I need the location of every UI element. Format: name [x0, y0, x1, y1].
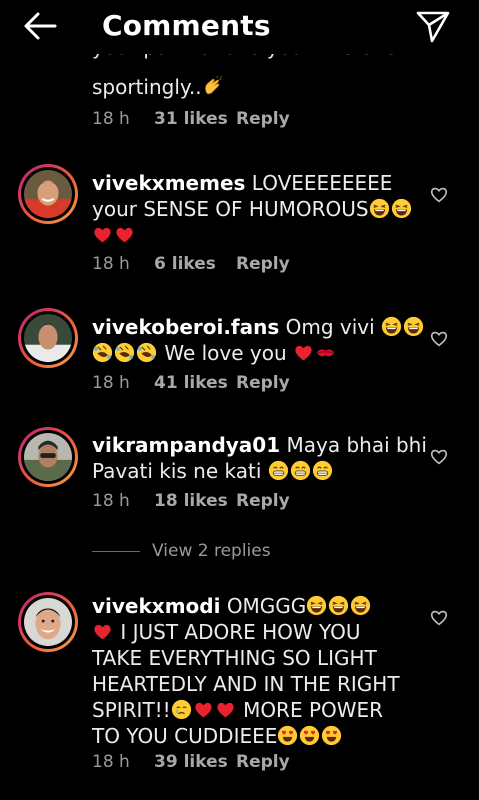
comment-1-meta: 18 h 41 likes Reply [92, 373, 290, 393]
share-button[interactable] [415, 10, 451, 44]
comment-text: Pavati kis ne kati [92, 459, 262, 483]
avatar[interactable] [18, 164, 78, 224]
header-bar: Comments [0, 0, 479, 54]
heart-outline-icon[interactable] [429, 608, 449, 626]
comment-text: sportingly.. [92, 75, 202, 99]
comment-0-meta: 18 h 6 likes Reply [92, 254, 290, 274]
comment-username[interactable]: vivekoberoi.fans [92, 315, 279, 339]
comment-username[interactable]: vivekxmemes [92, 171, 245, 195]
laughing-emoji [381, 316, 402, 337]
laughing-emoji [369, 198, 390, 219]
heart-outline-icon[interactable] [429, 447, 449, 465]
likes-count[interactable]: 18 likes [154, 491, 236, 511]
heart-eyes-emoji [321, 725, 342, 746]
comment-3-meta: 18 h 39 likes Reply [92, 752, 290, 772]
comment-text: TO YOU CUDDIEEE [92, 724, 278, 748]
comment-text: Omg vivi [285, 315, 375, 339]
likes-count[interactable]: 41 likes [154, 373, 236, 393]
laughing-emoji [350, 595, 371, 616]
comment-time: 18 h [92, 254, 130, 274]
rolling-laughing-emoji [136, 342, 157, 363]
grinning-emoji [312, 460, 333, 481]
laughing-emoji [328, 595, 349, 616]
reply-button[interactable]: Reply [236, 373, 290, 393]
avatar[interactable] [18, 592, 78, 652]
previous-comment-meta: 18 h 31 likes Reply [92, 109, 290, 129]
comment-text: LOVEEEEEEEE [251, 171, 393, 195]
rolling-laughing-emoji [114, 342, 135, 363]
laughing-emoji [391, 198, 412, 219]
previous-comment-text: sportingly.. [92, 74, 422, 100]
likes-count[interactable]: 39 likes [154, 752, 236, 772]
grinning-emoji [268, 460, 289, 481]
comment-username[interactable]: vikrampandya01 [92, 433, 280, 457]
comment-2: vikrampandya01 Maya bhai bhi Pavati kis … [92, 432, 427, 484]
arrow-left-icon [24, 12, 57, 40]
heart-outline-icon[interactable] [429, 185, 449, 203]
send-icon [416, 11, 450, 43]
comment-time: 18 h [92, 373, 130, 393]
laughing-emoji [306, 595, 327, 616]
kiss-mark-emoji [315, 342, 336, 363]
view-replies-label: View 2 replies [152, 541, 271, 561]
comment-2-meta: 18 h 18 likes Reply [92, 491, 290, 511]
red-heart-emoji [293, 342, 314, 363]
comment-username[interactable]: vivekxmodi [92, 594, 220, 618]
grinning-emoji [290, 460, 311, 481]
reply-button[interactable]: Reply [236, 752, 290, 772]
comment-text: SPIRIT!! [92, 698, 171, 722]
red-heart-emoji [193, 699, 214, 720]
clapping-hands-emoji [202, 76, 223, 97]
comment-text: I JUST ADORE HOW YOU [120, 620, 361, 644]
avatar[interactable] [18, 427, 78, 487]
red-heart-emoji [114, 224, 135, 245]
heart-eyes-emoji [299, 725, 320, 746]
avatar[interactable] [18, 308, 78, 368]
back-button[interactable] [22, 10, 58, 42]
comment-text: HEARTEDLY AND IN THE RIGHT [92, 672, 400, 696]
comment-1: vivekoberoi.fans Omg vivi We love you [92, 314, 422, 366]
crying-emoji [171, 699, 192, 720]
view-replies-button[interactable]: View 2 replies [92, 541, 312, 563]
comment-text: TAKE EVERYTHING SO LIGHT [92, 646, 377, 670]
comment-text: We love you [164, 341, 287, 365]
red-heart-emoji [92, 621, 113, 642]
comment-time: 18 h [92, 491, 130, 511]
heart-eyes-emoji [277, 725, 298, 746]
comment-0: vivekxmemes LOVEEEEEEEE your SENSE OF HU… [92, 170, 422, 248]
laughing-emoji [403, 316, 424, 337]
comment-time: 18 h [92, 109, 130, 129]
rolling-laughing-emoji [92, 342, 113, 363]
page-title: Comments [102, 9, 271, 42]
heart-outline-icon[interactable] [429, 329, 449, 347]
reply-button[interactable]: Reply [236, 109, 290, 129]
comment-text: Maya bhai bhi [286, 433, 427, 457]
reply-button[interactable]: Reply [236, 491, 290, 511]
comment-text: OMGGG [226, 594, 307, 618]
comment-text: MORE POWER [243, 698, 384, 722]
red-heart-emoji [92, 224, 113, 245]
likes-count[interactable]: 31 likes [154, 109, 236, 129]
comment-3: vivekxmodi OMGGG I JUST ADORE HOW YOU TA… [92, 593, 422, 749]
reply-button[interactable]: Reply [236, 254, 290, 274]
comment-time: 18 h [92, 752, 130, 772]
red-heart-emoji [215, 699, 236, 720]
likes-count[interactable]: 6 likes [154, 254, 236, 274]
replies-divider [92, 551, 140, 552]
comment-text: your SENSE OF HUMOROUS [92, 197, 369, 221]
